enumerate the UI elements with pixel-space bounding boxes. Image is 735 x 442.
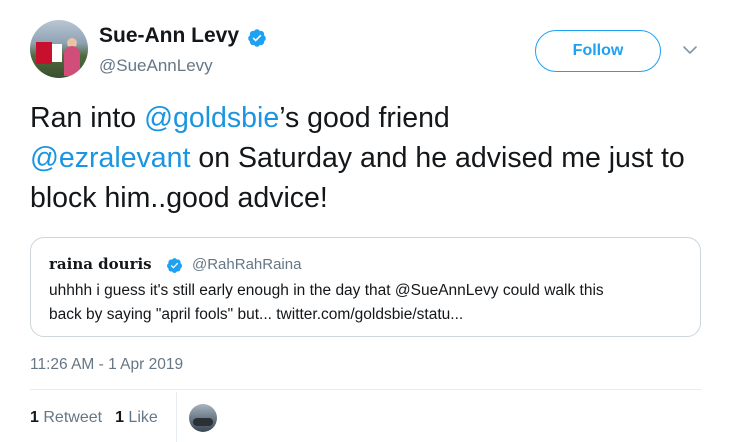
liker-avatar[interactable] (189, 404, 217, 432)
divider (30, 389, 701, 390)
quoted-text-line: uhhhh i guess it's still early enough in… (49, 282, 604, 299)
tweet-text-segment: Ran into (30, 102, 145, 134)
stats-separator (176, 392, 177, 442)
mention-link[interactable]: @goldsbie (144, 102, 279, 134)
like-label: Like (128, 409, 158, 426)
author-display-name[interactable]: Sue-Ann Levy (99, 24, 239, 48)
quoted-tweet-text: uhhhh i guess it's still early enough in… (49, 279, 689, 327)
like-count: 1 (115, 409, 124, 426)
author-avatar[interactable] (30, 20, 88, 78)
author-handle[interactable]: @SueAnnLevy (99, 56, 213, 76)
retweet-count: 1 (30, 409, 39, 426)
retweet-stat[interactable]: 1 Retweet (30, 409, 102, 427)
quoted-author-name: raina douris (49, 255, 152, 273)
like-stat[interactable]: 1 Like (115, 409, 158, 427)
mention-link[interactable]: @ezralevant (30, 142, 190, 174)
tweet-text-segment: ’s good friend (279, 102, 450, 134)
verified-badge-icon (167, 258, 182, 273)
verified-badge-icon (248, 29, 266, 47)
tweet-stats: 1 Retweet 1 Like (30, 409, 158, 427)
retweet-label: Retweet (43, 409, 103, 426)
tweet-timestamp[interactable]: 11:26 AM - 1 Apr 2019 (30, 356, 183, 374)
quoted-tweet[interactable]: raina douris @RahRahRaina uhhhh i guess … (30, 237, 701, 337)
follow-button[interactable]: Follow (535, 30, 661, 72)
tweet-text: Ran into @goldsbie’s good friend @ezrale… (30, 98, 710, 218)
quoted-author-handle: @RahRahRaina (192, 256, 302, 273)
chevron-down-icon[interactable] (681, 41, 699, 59)
quoted-text-line: back by saying "april fools" but... twit… (49, 306, 464, 323)
